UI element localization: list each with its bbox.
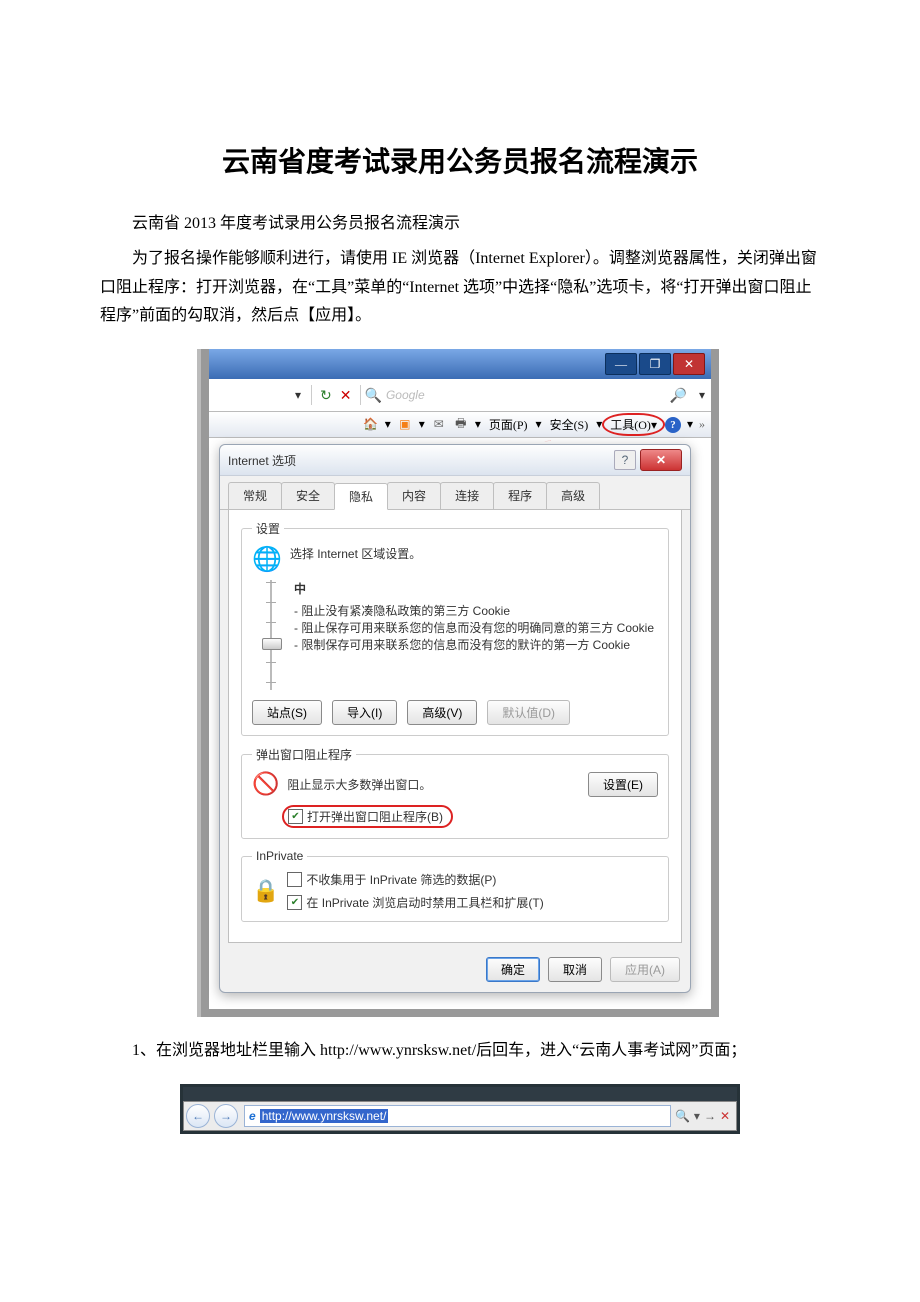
read-mail-icon[interactable]: ✉	[431, 417, 447, 433]
inprivate-icon: 🔒	[252, 878, 279, 904]
annotation-arrow	[478, 440, 618, 442]
tab-privacy[interactable]: 隐私	[334, 483, 388, 510]
search-icon: 🔍	[365, 387, 382, 404]
help-icon[interactable]: ?	[665, 417, 681, 433]
menu-safety[interactable]: 安全(S)	[548, 416, 591, 433]
ok-button[interactable]: 确定	[486, 957, 540, 982]
rss-icon[interactable]: ▣	[397, 417, 413, 433]
screenshot-ie-addressbar: ← → e http://www.ynrsksw.net/ 🔍 ▾ → ✕	[180, 1084, 740, 1134]
menu-tools[interactable]: 工具(O)▾	[608, 416, 659, 433]
checkbox-icon[interactable]: ✔	[287, 895, 302, 910]
dialog-tabs: 常规 安全 隐私 内容 连接 程序 高级	[220, 476, 690, 510]
checkbox-icon: ✔	[288, 809, 303, 824]
advanced-button[interactable]: 高级(V)	[407, 700, 477, 725]
privacy-level-label: 中	[294, 580, 654, 597]
popup-enable-label: 打开弹出窗口阻止程序(B)	[307, 808, 443, 825]
ie-command-bar: 🏠▾ ▣▾ ✉ 🖶▾ 页面(P)▾ 安全(S)▾ 工具(O)▾ ?▾ »	[209, 412, 711, 438]
privacy-bullet-2: - 阻止保存可用来联系您的信息而没有您的明确同意的第三方 Cookie	[294, 620, 654, 637]
internet-options-dialog: Internet 选项 ? ✕ 常规 安全 隐私 内容 连接 程序 高级 设置	[219, 444, 691, 993]
popup-settings-button[interactable]: 设置(E)	[588, 772, 658, 797]
default-button[interactable]: 默认值(D)	[487, 700, 570, 725]
tab-general[interactable]: 常规	[228, 482, 282, 509]
window-titlebar: — ❐ ✕	[209, 349, 711, 379]
inprivate-chk2-label: 在 InPrivate 浏览启动时禁用工具栏和扩展(T)	[306, 894, 543, 911]
tab-connections[interactable]: 连接	[440, 482, 494, 509]
group-settings: 设置 🌐 选择 Internet 区域设置。	[241, 520, 669, 736]
toolbar-overflow-icon[interactable]: »	[699, 417, 705, 432]
dialog-title: Internet 选项	[228, 452, 614, 469]
minimize-button[interactable]: —	[605, 353, 637, 375]
address-dropdown-icon[interactable]: ▾	[295, 388, 301, 402]
privacy-slider[interactable]	[258, 580, 284, 690]
group-inprivate: InPrivate 🔒 不收集用于 InPrivate 筛选的数据(P) ✔	[241, 849, 669, 922]
search-dropdown-icon[interactable]: ▾	[699, 388, 705, 402]
dialog-help-icon[interactable]: ?	[614, 450, 636, 470]
step-1-paragraph: 1、在浏览器地址栏里输入 http://www.ynrsksw.net/后回车，…	[100, 1037, 820, 1066]
screenshot-ie-options: — ❐ ✕ ▾ ↻ ✕ 🔍 Google 🔎 ▾ 🏠▾ ▣▾ ✉ 🖶▾	[201, 349, 719, 1017]
refresh-icon[interactable]: ↻	[320, 387, 332, 404]
settings-desc: 选择 Internet 区域设置。	[290, 545, 421, 562]
stop-icon[interactable]: ✕	[340, 387, 352, 404]
page-title: 云南省度考试录用公务员报名流程演示	[100, 140, 820, 180]
popup-enable-checkbox[interactable]: ✔ 打开弹出窗口阻止程序(B)	[282, 805, 453, 828]
sites-button[interactable]: 站点(S)	[252, 700, 322, 725]
intro-line: 云南省 2013 年度考试录用公务员报名流程演示	[100, 210, 820, 239]
search-placeholder[interactable]: Google	[386, 388, 425, 402]
globe-icon: 🌐	[252, 545, 282, 574]
dialog-close-button[interactable]: ✕	[640, 449, 682, 471]
back-button[interactable]: ←	[186, 1104, 210, 1128]
tab-programs[interactable]: 程序	[493, 482, 547, 509]
home-icon[interactable]: 🏠	[363, 417, 379, 433]
group-popup-legend: 弹出窗口阻止程序	[252, 746, 356, 763]
ie-logo-icon: e	[249, 1109, 256, 1123]
address-url: http://www.ynrsksw.net/	[260, 1109, 389, 1123]
tab-advanced[interactable]: 高级	[546, 482, 600, 509]
stop-icon[interactable]: ✕	[720, 1109, 730, 1123]
go-icon[interactable]: →	[704, 1109, 716, 1123]
search-go-icon[interactable]: 🔎	[670, 387, 687, 404]
popup-desc: 阻止显示大多数弹出窗口。	[287, 776, 431, 793]
group-inprivate-legend: InPrivate	[252, 849, 307, 863]
menu-page[interactable]: 页面(P)	[487, 416, 530, 433]
forward-button[interactable]: →	[214, 1104, 238, 1128]
address-bar[interactable]: e http://www.ynrsksw.net/	[244, 1105, 671, 1127]
tab-content[interactable]: 内容	[387, 482, 441, 509]
address-row: ▾ ↻ ✕ 🔍 Google 🔎 ▾	[209, 379, 711, 412]
tab-security[interactable]: 安全	[281, 482, 335, 509]
restore-button[interactable]: ❐	[639, 353, 671, 375]
privacy-bullet-3: - 限制保存可用来联系您的信息而没有您的默许的第一方 Cookie	[294, 637, 654, 654]
search-icon[interactable]: 🔍	[675, 1109, 690, 1123]
print-icon[interactable]: 🖶	[453, 417, 469, 433]
apply-button[interactable]: 应用(A)	[610, 957, 680, 982]
privacy-bullet-1: - 阻止没有紧凑隐私政策的第三方 Cookie	[294, 603, 654, 620]
group-settings-legend: 设置	[252, 520, 284, 537]
window-close-button[interactable]: ✕	[673, 353, 705, 375]
group-popup-blocker: 弹出窗口阻止程序 🚫 阻止显示大多数弹出窗口。 设置(E) ✔ 打开弹出窗口阻止…	[241, 746, 669, 839]
popup-blocker-icon: 🚫	[252, 771, 279, 797]
inprivate-chk1-label: 不收集用于 InPrivate 筛选的数据(P)	[306, 871, 496, 888]
cancel-button[interactable]: 取消	[548, 957, 602, 982]
checkbox-icon[interactable]	[287, 872, 302, 887]
instruction-paragraph: 为了报名操作能够顺利进行，请使用 IE 浏览器（Internet Explore…	[100, 245, 820, 331]
import-button[interactable]: 导入(I)	[332, 700, 397, 725]
